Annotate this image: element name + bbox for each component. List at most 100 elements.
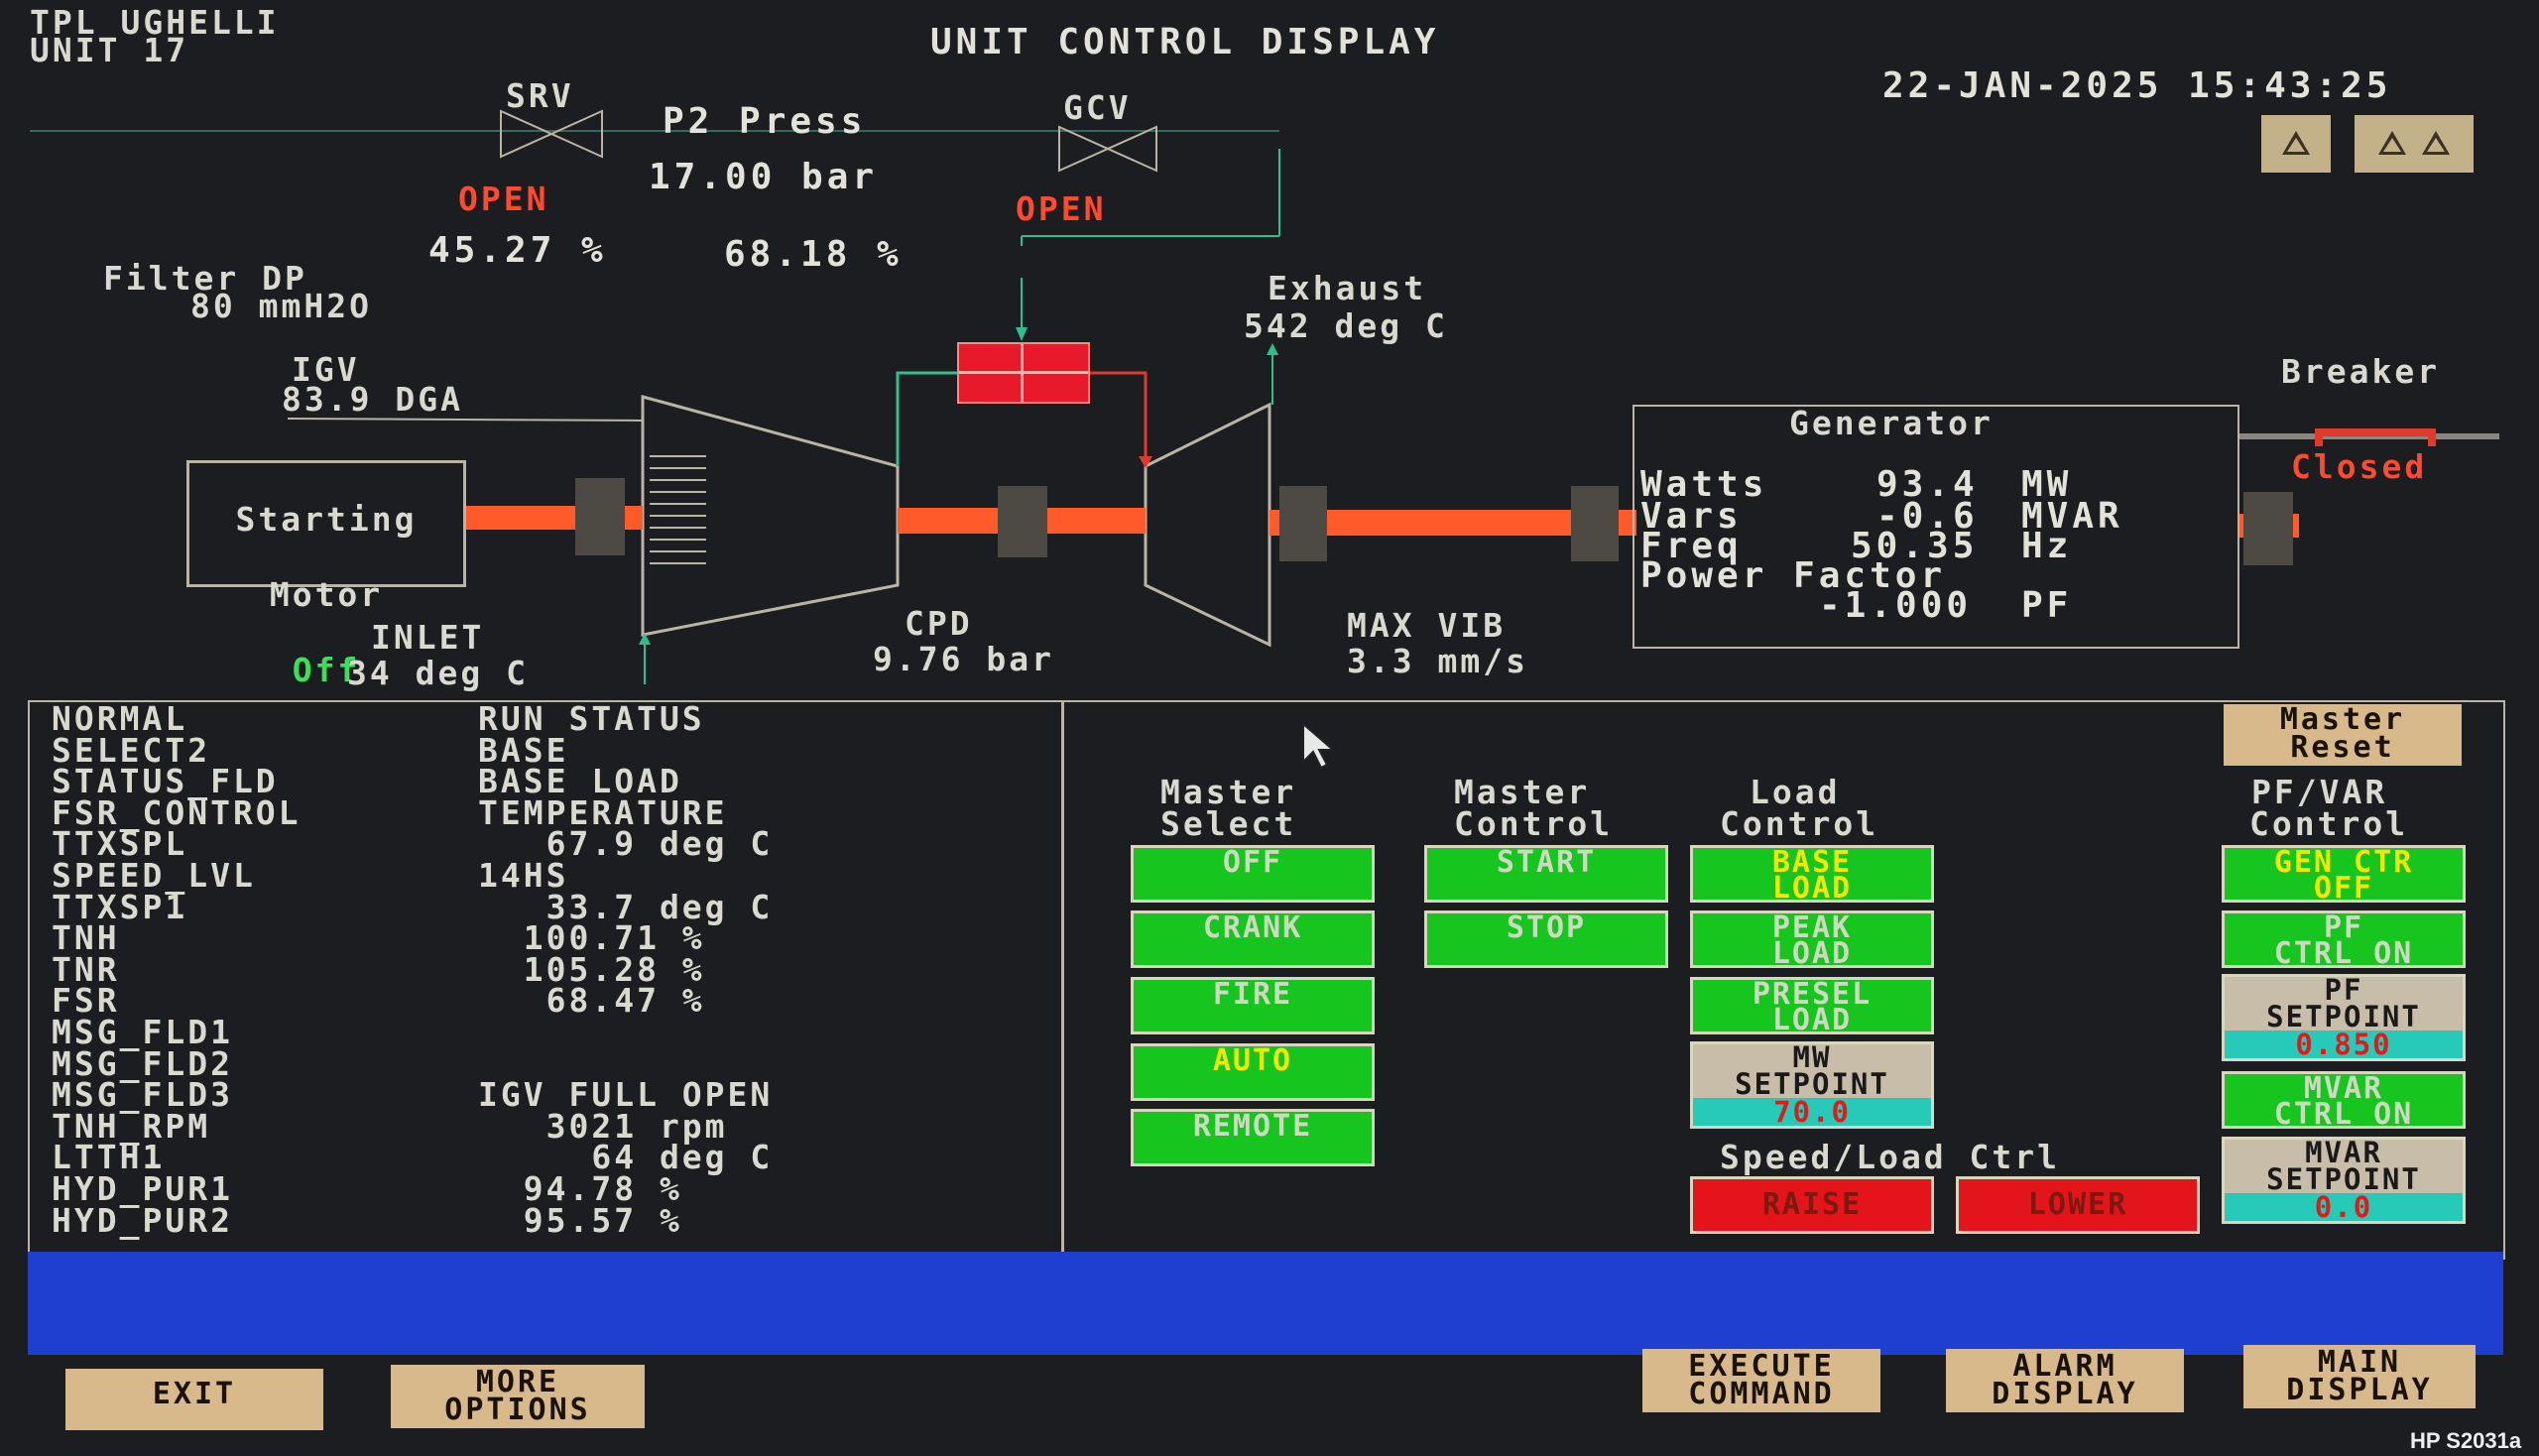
pfvar-control-header: Control bbox=[2249, 804, 2409, 843]
status-row: HYD_PUR2 95.57 % bbox=[52, 1200, 1043, 1240]
status-row: FSR_CONTROL TEMPERATURE bbox=[52, 795, 1043, 829]
execute-command-button[interactable]: EXECUTE COMMAND bbox=[1642, 1349, 1880, 1412]
status-row-value: 95.57 % bbox=[478, 1200, 682, 1240]
presel-load-label: LOAD bbox=[1771, 1003, 1853, 1037]
alarm-display-label: DISPLAY bbox=[1992, 1377, 2138, 1411]
status-row: SELECT2 BASE bbox=[52, 733, 1043, 767]
pf-ctrl-on-button[interactable]: PF CTRL ON bbox=[2222, 910, 2466, 969]
status-panel: NORMAL RUN STATUS SELECT2 BASE STATUS_FLD BAS… bbox=[28, 700, 1064, 1260]
generator-panel: Generator Watts 93.4 MW Vars -0.6 MVAR F… bbox=[1632, 405, 2239, 649]
max-vib-value: 3.3 mm/s bbox=[1347, 642, 1528, 680]
screen: TPL UGHELLI UNIT 17 UNIT CONTROL DISPLAY… bbox=[0, 0, 2539, 1456]
filter-dp-value: 80 mmH2O bbox=[190, 287, 372, 325]
master-select-remote-button[interactable]: REMOTE bbox=[1131, 1109, 1375, 1166]
gcv-valve-icon bbox=[1058, 125, 1157, 173]
cpd-value: 9.76 bar bbox=[873, 640, 1054, 678]
gen-ctr-label: OFF bbox=[2313, 871, 2374, 906]
master-control-header: Control bbox=[1454, 804, 1614, 843]
status-row: MSG_FLD2 bbox=[52, 1046, 1043, 1080]
master-reset-label: Reset bbox=[2290, 730, 2395, 765]
raise-button[interactable]: RAISE bbox=[1690, 1176, 1934, 1234]
status-row: TNH 100.71 % bbox=[52, 921, 1043, 955]
main-display-button[interactable]: MAIN DISPLAY bbox=[2243, 1345, 2476, 1408]
mvar-setpoint-label: SETPOINT bbox=[2266, 1162, 2421, 1196]
inlet-value: 34 deg C bbox=[347, 654, 529, 692]
load-control-header: Control bbox=[1720, 804, 1879, 843]
message-bar bbox=[28, 1252, 2503, 1355]
starting-motor-box: Starting Motor Off bbox=[186, 460, 466, 687]
status-row: SPEED_LVL 14HS bbox=[52, 859, 1043, 893]
main-display-label: DISPLAY bbox=[2286, 1373, 2433, 1407]
status-row: STATUS_FLD BASE LOAD bbox=[52, 765, 1043, 798]
master-control-start-button[interactable]: START bbox=[1424, 845, 1668, 903]
more-options-button[interactable]: MORE OPTIONS bbox=[391, 1365, 645, 1428]
status-row: MSG_FLD3 IGV FULL OPEN bbox=[52, 1078, 1043, 1112]
mouse-cursor-icon bbox=[1302, 722, 1336, 770]
igv-value: 83.9 DGA bbox=[282, 380, 463, 419]
speed-load-ctrl-title: Speed/Load Ctrl bbox=[1720, 1138, 2061, 1176]
status-row-label: HYD_PUR2 bbox=[52, 1200, 233, 1240]
presel-load-button[interactable]: PRESEL LOAD bbox=[1690, 977, 1934, 1037]
monitor-model-label: HP S2031a bbox=[2410, 1428, 2522, 1453]
pf-setpoint-value: 0.850 bbox=[2225, 1031, 2463, 1059]
status-row: TNH_RPM 3021 rpm bbox=[52, 1109, 1043, 1143]
srv-state: OPEN bbox=[458, 180, 549, 218]
freq-unit: Hz bbox=[2021, 526, 2073, 566]
status-row: FSR 68.47 % bbox=[52, 981, 1043, 1021]
exhaust-label: Exhaust bbox=[1268, 269, 1427, 307]
lower-button[interactable]: LOWER bbox=[1956, 1176, 2200, 1234]
status-row: MSG_FLD1 bbox=[52, 1016, 1043, 1049]
p2-value: 17.00 bar bbox=[649, 157, 879, 197]
status-row-value: 68.47 % bbox=[478, 981, 705, 1021]
coupling bbox=[1571, 486, 1619, 561]
pf-value: -1.000 bbox=[1819, 585, 1973, 626]
srv-label: SRV bbox=[506, 76, 574, 115]
coupling bbox=[2243, 492, 2293, 565]
mvar-ctrl-on-button[interactable]: MVAR CTRL ON bbox=[2222, 1071, 2466, 1132]
mw-setpoint-label: SETPOINT bbox=[1735, 1067, 1889, 1101]
exit-button[interactable]: EXIT bbox=[65, 1369, 323, 1430]
starting-motor-label: Starting bbox=[235, 500, 418, 539]
igv-vanes-icon bbox=[650, 455, 706, 564]
gcv-percent: 68.18 % bbox=[724, 234, 903, 275]
breaker-label: Breaker bbox=[2281, 352, 2441, 391]
breaker-state: Closed bbox=[2291, 447, 2428, 486]
master-reset-button[interactable]: Master Reset bbox=[2224, 704, 2462, 766]
status-row: NORMAL RUN STATUS bbox=[52, 702, 1043, 736]
turbine-icon bbox=[1144, 402, 1271, 648]
mw-setpoint-value: 70.0 bbox=[1693, 1098, 1931, 1127]
srv-valve-icon bbox=[500, 109, 603, 159]
alarm-display-button[interactable]: ALARM DISPLAY bbox=[1946, 1349, 2184, 1412]
master-select-auto-button[interactable]: AUTO bbox=[1131, 1043, 1375, 1101]
master-select-crank-button[interactable]: CRANK bbox=[1131, 910, 1375, 968]
peak-load-button[interactable]: PEAK LOAD bbox=[1690, 910, 1934, 971]
master-control-stop-button[interactable]: STOP bbox=[1424, 910, 1668, 968]
base-load-button[interactable]: BASE LOAD bbox=[1690, 845, 1934, 906]
master-select-off-button[interactable]: OFF bbox=[1131, 845, 1375, 903]
pf-unit: PF bbox=[2021, 585, 2073, 626]
cpd-label: CPD bbox=[905, 604, 973, 643]
mvar-ctrl-label: CTRL ON bbox=[2273, 1097, 2414, 1132]
mvar-setpoint-value: 0.0 bbox=[2225, 1193, 2463, 1222]
gen-ctr-off-button[interactable]: GEN CTR OFF bbox=[2222, 845, 2466, 906]
master-select-fire-button[interactable]: FIRE bbox=[1131, 977, 1375, 1034]
base-load-label: LOAD bbox=[1771, 871, 1853, 906]
exhaust-value: 542 deg C bbox=[1244, 306, 1448, 345]
gcv-label: GCV bbox=[1063, 88, 1132, 127]
inlet-label: INLET bbox=[371, 618, 485, 657]
coupling bbox=[1279, 486, 1327, 561]
status-row: HYD_PUR1 94.78 % bbox=[52, 1172, 1043, 1206]
pf-setpoint-button[interactable]: PF SETPOINT 0.850 bbox=[2222, 974, 2466, 1061]
peak-load-label: LOAD bbox=[1771, 936, 1853, 971]
mw-setpoint-button[interactable]: MW SETPOINT 70.0 bbox=[1690, 1041, 1934, 1129]
combustor-icon bbox=[957, 342, 1090, 404]
more-options-label: OPTIONS bbox=[444, 1393, 591, 1427]
coupling bbox=[575, 478, 625, 555]
srv-percent: 45.27 % bbox=[428, 230, 607, 271]
mvar-setpoint-button[interactable]: MVAR SETPOINT 0.0 bbox=[2222, 1137, 2466, 1224]
p2-label: P2 Press bbox=[663, 101, 867, 142]
status-row: LTTH1 64 deg C bbox=[52, 1141, 1043, 1174]
generator-title: Generator bbox=[1789, 404, 1994, 442]
execute-command-label: COMMAND bbox=[1688, 1377, 1835, 1411]
status-row: TTXSP1 33.7 deg C bbox=[52, 890, 1043, 923]
